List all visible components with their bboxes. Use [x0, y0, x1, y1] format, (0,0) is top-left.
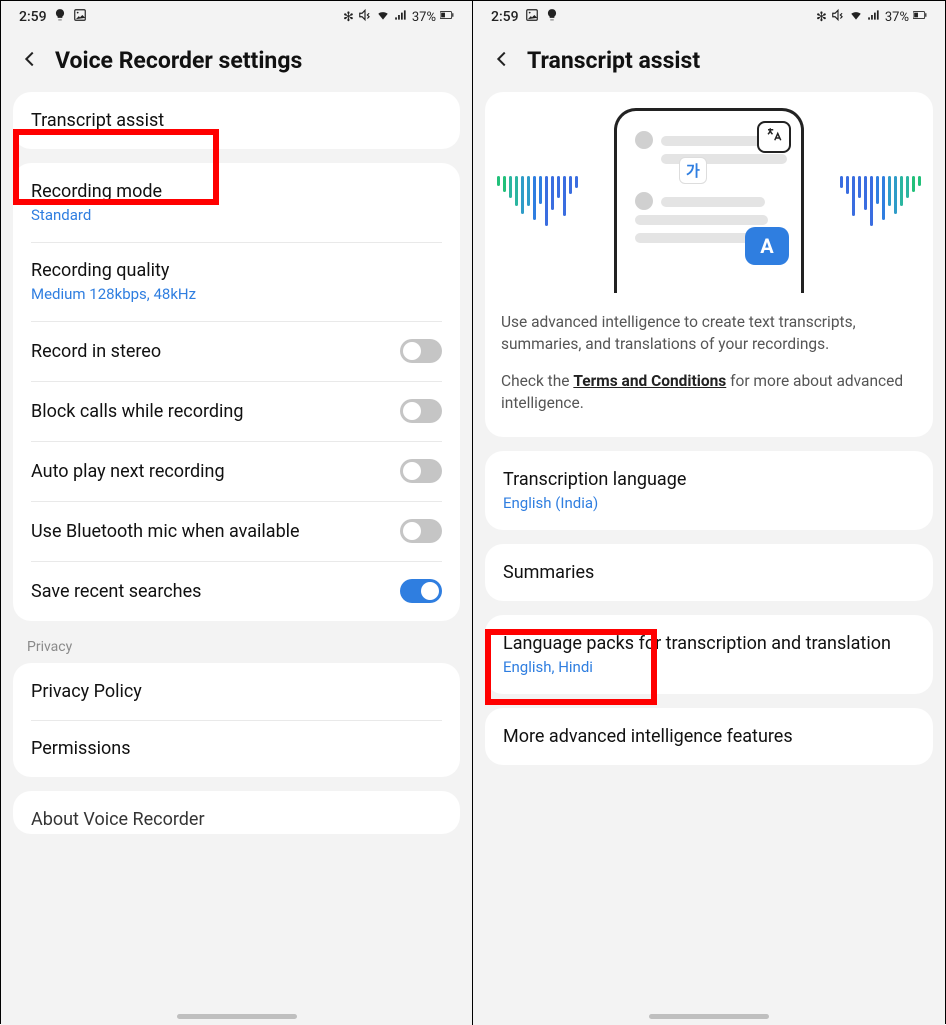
phone-frame-illustration: 가 A: [614, 108, 804, 293]
screen-transcript-assist: 2:59 ✻ 37%: [473, 1, 945, 1025]
home-indicator[interactable]: [177, 1014, 297, 1019]
signal-icon: [394, 8, 408, 26]
wifi-icon: [849, 8, 863, 26]
item-language-packs[interactable]: Language packs for transcription and tra…: [485, 615, 933, 694]
item-about[interactable]: About Voice Recorder: [13, 791, 460, 834]
item-label: Recording mode: [31, 181, 442, 202]
item-transcript-assist[interactable]: Transcript assist: [13, 92, 460, 149]
image-icon: [525, 8, 539, 26]
item-label: Recording quality: [31, 260, 442, 281]
mute-icon: [358, 8, 372, 26]
page-title: Transcript assist: [527, 47, 700, 74]
header: Voice Recorder settings: [1, 33, 472, 92]
item-label: Permissions: [31, 738, 442, 759]
header: Transcript assist: [473, 33, 945, 92]
bluetooth-icon: ✻: [816, 10, 827, 25]
screen-voice-recorder-settings: 2:59 ✻ 37%: [1, 1, 473, 1025]
image-icon: [73, 8, 87, 26]
card-language-packs: Language packs for transcription and tra…: [485, 615, 933, 694]
mute-icon: [831, 8, 845, 26]
item-label: Save recent searches: [31, 581, 201, 602]
battery-icon: [440, 8, 454, 26]
desc-line-1: Use advanced intelligence to create text…: [501, 311, 917, 356]
item-autoplay[interactable]: Auto play next recording: [13, 441, 460, 501]
item-privacy-policy[interactable]: Privacy Policy: [13, 663, 460, 720]
home-indicator[interactable]: [649, 1014, 769, 1019]
card-transcription-language: Transcription language English (India): [485, 451, 933, 530]
status-bar: 2:59 ✻ 37%: [1, 1, 472, 33]
item-value: English (India): [503, 494, 915, 512]
page-title: Voice Recorder settings: [55, 47, 302, 74]
item-label: Record in stereo: [31, 341, 161, 362]
item-label: More advanced intelligence features: [503, 726, 915, 747]
item-permissions[interactable]: Permissions: [13, 720, 460, 777]
battery-pct: 37%: [412, 10, 436, 25]
letter-a-bubble-icon: A: [745, 227, 789, 265]
item-label: Transcript assist: [31, 110, 442, 131]
status-time: 2:59: [491, 9, 519, 25]
item-label: Auto play next recording: [31, 461, 225, 482]
card-transcript-assist: Transcript assist: [13, 92, 460, 149]
item-recent-searches[interactable]: Save recent searches: [13, 561, 460, 621]
toggle-recent-searches[interactable]: [400, 579, 442, 603]
battery-pct: 37%: [885, 10, 909, 25]
back-icon[interactable]: [491, 48, 513, 74]
item-transcription-language[interactable]: Transcription language English (India): [485, 451, 933, 530]
item-summaries[interactable]: Summaries: [485, 544, 933, 601]
card-privacy: Privacy Policy Permissions: [13, 663, 460, 777]
item-block-calls[interactable]: Block calls while recording: [13, 381, 460, 441]
korean-char-tag: 가: [679, 157, 707, 184]
item-label: About Voice Recorder: [31, 809, 442, 830]
item-value: Standard: [31, 206, 442, 224]
toggle-bluetooth-mic[interactable]: [400, 519, 442, 543]
waveform-icon: [497, 176, 578, 226]
item-value: Medium 128kbps, 48kHz: [31, 285, 442, 303]
item-label: Privacy Policy: [31, 681, 442, 702]
status-bar: 2:59 ✻ 37%: [473, 1, 945, 33]
item-label: Use Bluetooth mic when available: [31, 521, 300, 542]
translate-icon: [757, 121, 791, 153]
card-about: About Voice Recorder: [13, 791, 460, 834]
bluetooth-icon: ✻: [343, 10, 354, 25]
toggle-stereo[interactable]: [400, 339, 442, 363]
item-label: Summaries: [503, 562, 915, 583]
battery-icon: [913, 8, 927, 26]
item-record-stereo[interactable]: Record in stereo: [13, 321, 460, 381]
item-recording-mode[interactable]: Recording mode Standard: [13, 163, 460, 242]
back-icon[interactable]: [19, 48, 41, 74]
bulb-icon: [545, 8, 559, 26]
card-more-features: More advanced intelligence features: [485, 708, 933, 765]
hero-description: Use advanced intelligence to create text…: [501, 311, 917, 415]
toggle-block-calls[interactable]: [400, 399, 442, 423]
hero-illustration: 가 A: [501, 108, 917, 293]
desc-line-2: Check the Terms and Conditions for more …: [501, 370, 917, 415]
item-label: Language packs for transcription and tra…: [503, 633, 915, 654]
toggle-autoplay[interactable]: [400, 459, 442, 483]
signal-icon: [867, 8, 881, 26]
item-more-features[interactable]: More advanced intelligence features: [485, 708, 933, 765]
terms-link[interactable]: Terms and Conditions: [573, 372, 726, 390]
card-recording-options: Recording mode Standard Recording qualit…: [13, 163, 460, 621]
waveform-icon: [840, 176, 921, 226]
bulb-icon: [53, 8, 67, 26]
item-recording-quality[interactable]: Recording quality Medium 128kbps, 48kHz: [13, 242, 460, 321]
status-time: 2:59: [19, 9, 47, 25]
card-summaries: Summaries: [485, 544, 933, 601]
item-value: English, Hindi: [503, 658, 915, 676]
item-label: Transcription language: [503, 469, 915, 490]
hero-card: 가 A Use advanced intelligence to create …: [485, 92, 933, 437]
wifi-icon: [376, 8, 390, 26]
item-bluetooth-mic[interactable]: Use Bluetooth mic when available: [13, 501, 460, 561]
item-label: Block calls while recording: [31, 401, 243, 422]
section-label-privacy: Privacy: [1, 635, 472, 663]
